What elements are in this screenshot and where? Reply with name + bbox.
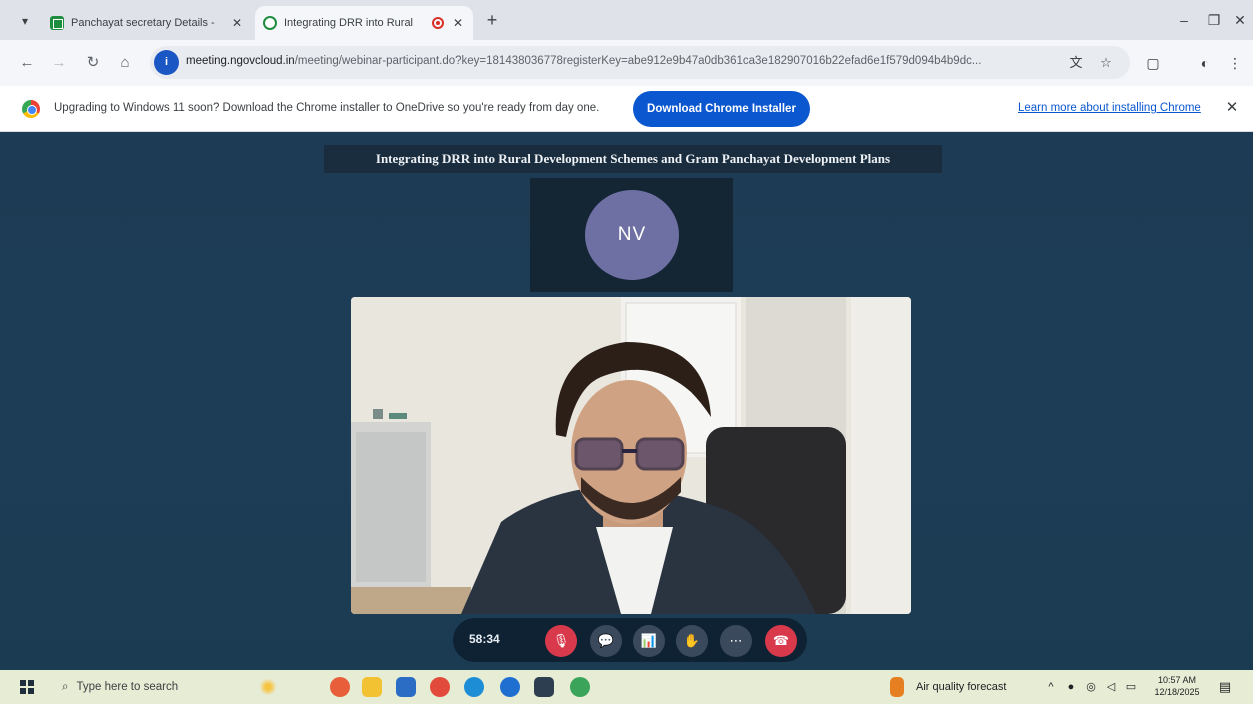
video-frame [351,297,911,614]
tab-title: Integrating DRR into Rural [284,17,414,29]
network-icon[interactable]: ◎ [1084,680,1098,694]
mic-tray-icon[interactable]: ● [1064,680,1078,694]
chat-button[interactable]: 💬 [590,625,622,657]
whatsapp-icon[interactable] [570,677,590,697]
mic-off-icon: 🎙 [552,633,570,648]
participant-video[interactable] [351,297,911,614]
raise-hand-button[interactable]: ✋ [676,625,708,657]
copilot-sparkle-icon[interactable] [258,677,278,697]
meeting-controls: 58:34 🎙 💬 📊 ✋ ⋯ ☎ [453,618,807,662]
reload-icon[interactable]: ↻ [80,50,106,76]
close-tab-icon[interactable]: ✕ [451,16,465,30]
chrome-taskbar-icon[interactable] [500,677,520,697]
tab-strip: ▾ Panchayat secretary Details - ✕ Integr… [0,0,1253,40]
avatar: NV [585,190,679,280]
forward-icon[interactable]: → [46,50,72,76]
mic-off-button[interactable]: 🎙 [545,625,577,657]
bookmark-star-icon[interactable]: ☆ [1096,53,1116,73]
profile-icon[interactable]: ◐ [1194,52,1216,74]
battery-icon[interactable]: ▭ [1124,680,1138,694]
raise-hand-icon: ✋ [683,633,701,648]
menu-icon[interactable]: ⋮ [1224,52,1246,74]
weather-icon[interactable] [890,677,904,697]
info-bar: Upgrading to Windows 11 soon? Download t… [0,86,1253,132]
edge-icon[interactable] [464,677,484,697]
poll-icon: 📊 [640,633,658,648]
search-placeholder: Type here to search [76,681,179,693]
recording-icon [432,17,444,29]
volume-icon[interactable]: ◁ [1104,680,1118,694]
sheets-icon [50,16,64,30]
info-message: Upgrading to Windows 11 soon? Download t… [54,102,600,114]
close-tab-icon[interactable]: ✕ [230,16,244,30]
notifications-icon[interactable]: ▤ [1218,680,1232,694]
windows-start-icon[interactable] [20,680,34,694]
clock-date: 12/18/2025 [1154,687,1200,697]
weather-label[interactable]: Air quality forecast [916,681,1006,693]
poll-button[interactable]: 📊 [633,625,665,657]
windows-taskbar: ⌕ Type here to search Air quality foreca… [0,670,1253,704]
chevron-up-icon[interactable]: ^ [1044,680,1058,694]
more-options-button[interactable]: ⋯ [720,625,752,657]
taskbar-search[interactable]: ⌕ Type here to search [52,675,230,699]
close-icon[interactable]: ✕ [1222,98,1242,118]
browser-toolbar: ← → ↻ ⌂ i meeting.ngovcloud.in/meeting/w… [0,40,1253,86]
tab-search-icon[interactable]: ▾ [14,10,36,32]
more-icon: ⋯ [729,633,743,648]
chat-icon: 💬 [597,633,615,648]
extensions-icon[interactable]: ▢ [1142,52,1164,74]
presenter-tile[interactable]: NV [530,178,733,292]
meeting-title: Integrating DRR into Rural Development S… [324,145,942,173]
screen: ▾ Panchayat secretary Details - ✕ Integr… [0,0,1253,704]
meeting-timer: 58:34 [469,632,500,646]
meeting-stage: Integrating DRR into Rural Development S… [0,132,1253,670]
leave-call-button[interactable]: ☎ [765,625,797,657]
tab-panchayat-details[interactable]: Panchayat secretary Details - ✕ [42,6,252,40]
learn-more-link[interactable]: Learn more about installing Chrome [1018,102,1201,114]
back-icon[interactable]: ← [14,50,40,76]
site-info-icon[interactable]: i [154,50,179,75]
search-icon: ⌕ [62,680,69,693]
copilot-icon[interactable] [330,677,350,697]
home-icon[interactable]: ⌂ [112,50,138,76]
firefox-icon[interactable] [430,677,450,697]
store-icon[interactable] [396,677,416,697]
clock[interactable]: 10:57 AM 12/18/2025 [1152,674,1202,698]
tab-meeting[interactable]: Integrating DRR into Rural ✕ [255,6,473,40]
new-tab-button[interactable]: + [480,10,504,32]
chrome-logo-icon [22,100,40,118]
app-icon[interactable] [534,677,554,697]
tab-title: Panchayat secretary Details - [71,17,215,29]
translate-icon[interactable]: 文 [1066,53,1086,73]
file-explorer-icon[interactable] [362,677,382,697]
url-text[interactable]: meeting.ngovcloud.in/meeting/webinar-par… [186,55,1036,67]
site-icon [263,16,277,30]
hang-up-icon: ☎ [772,633,790,648]
download-installer-button[interactable]: Download Chrome Installer [633,91,810,127]
clock-time: 10:57 AM [1157,675,1197,685]
close-window-button[interactable]: ✕ [1222,8,1253,32]
address-bar[interactable]: i meeting.ngovcloud.in/meeting/webinar-p… [150,46,1130,79]
